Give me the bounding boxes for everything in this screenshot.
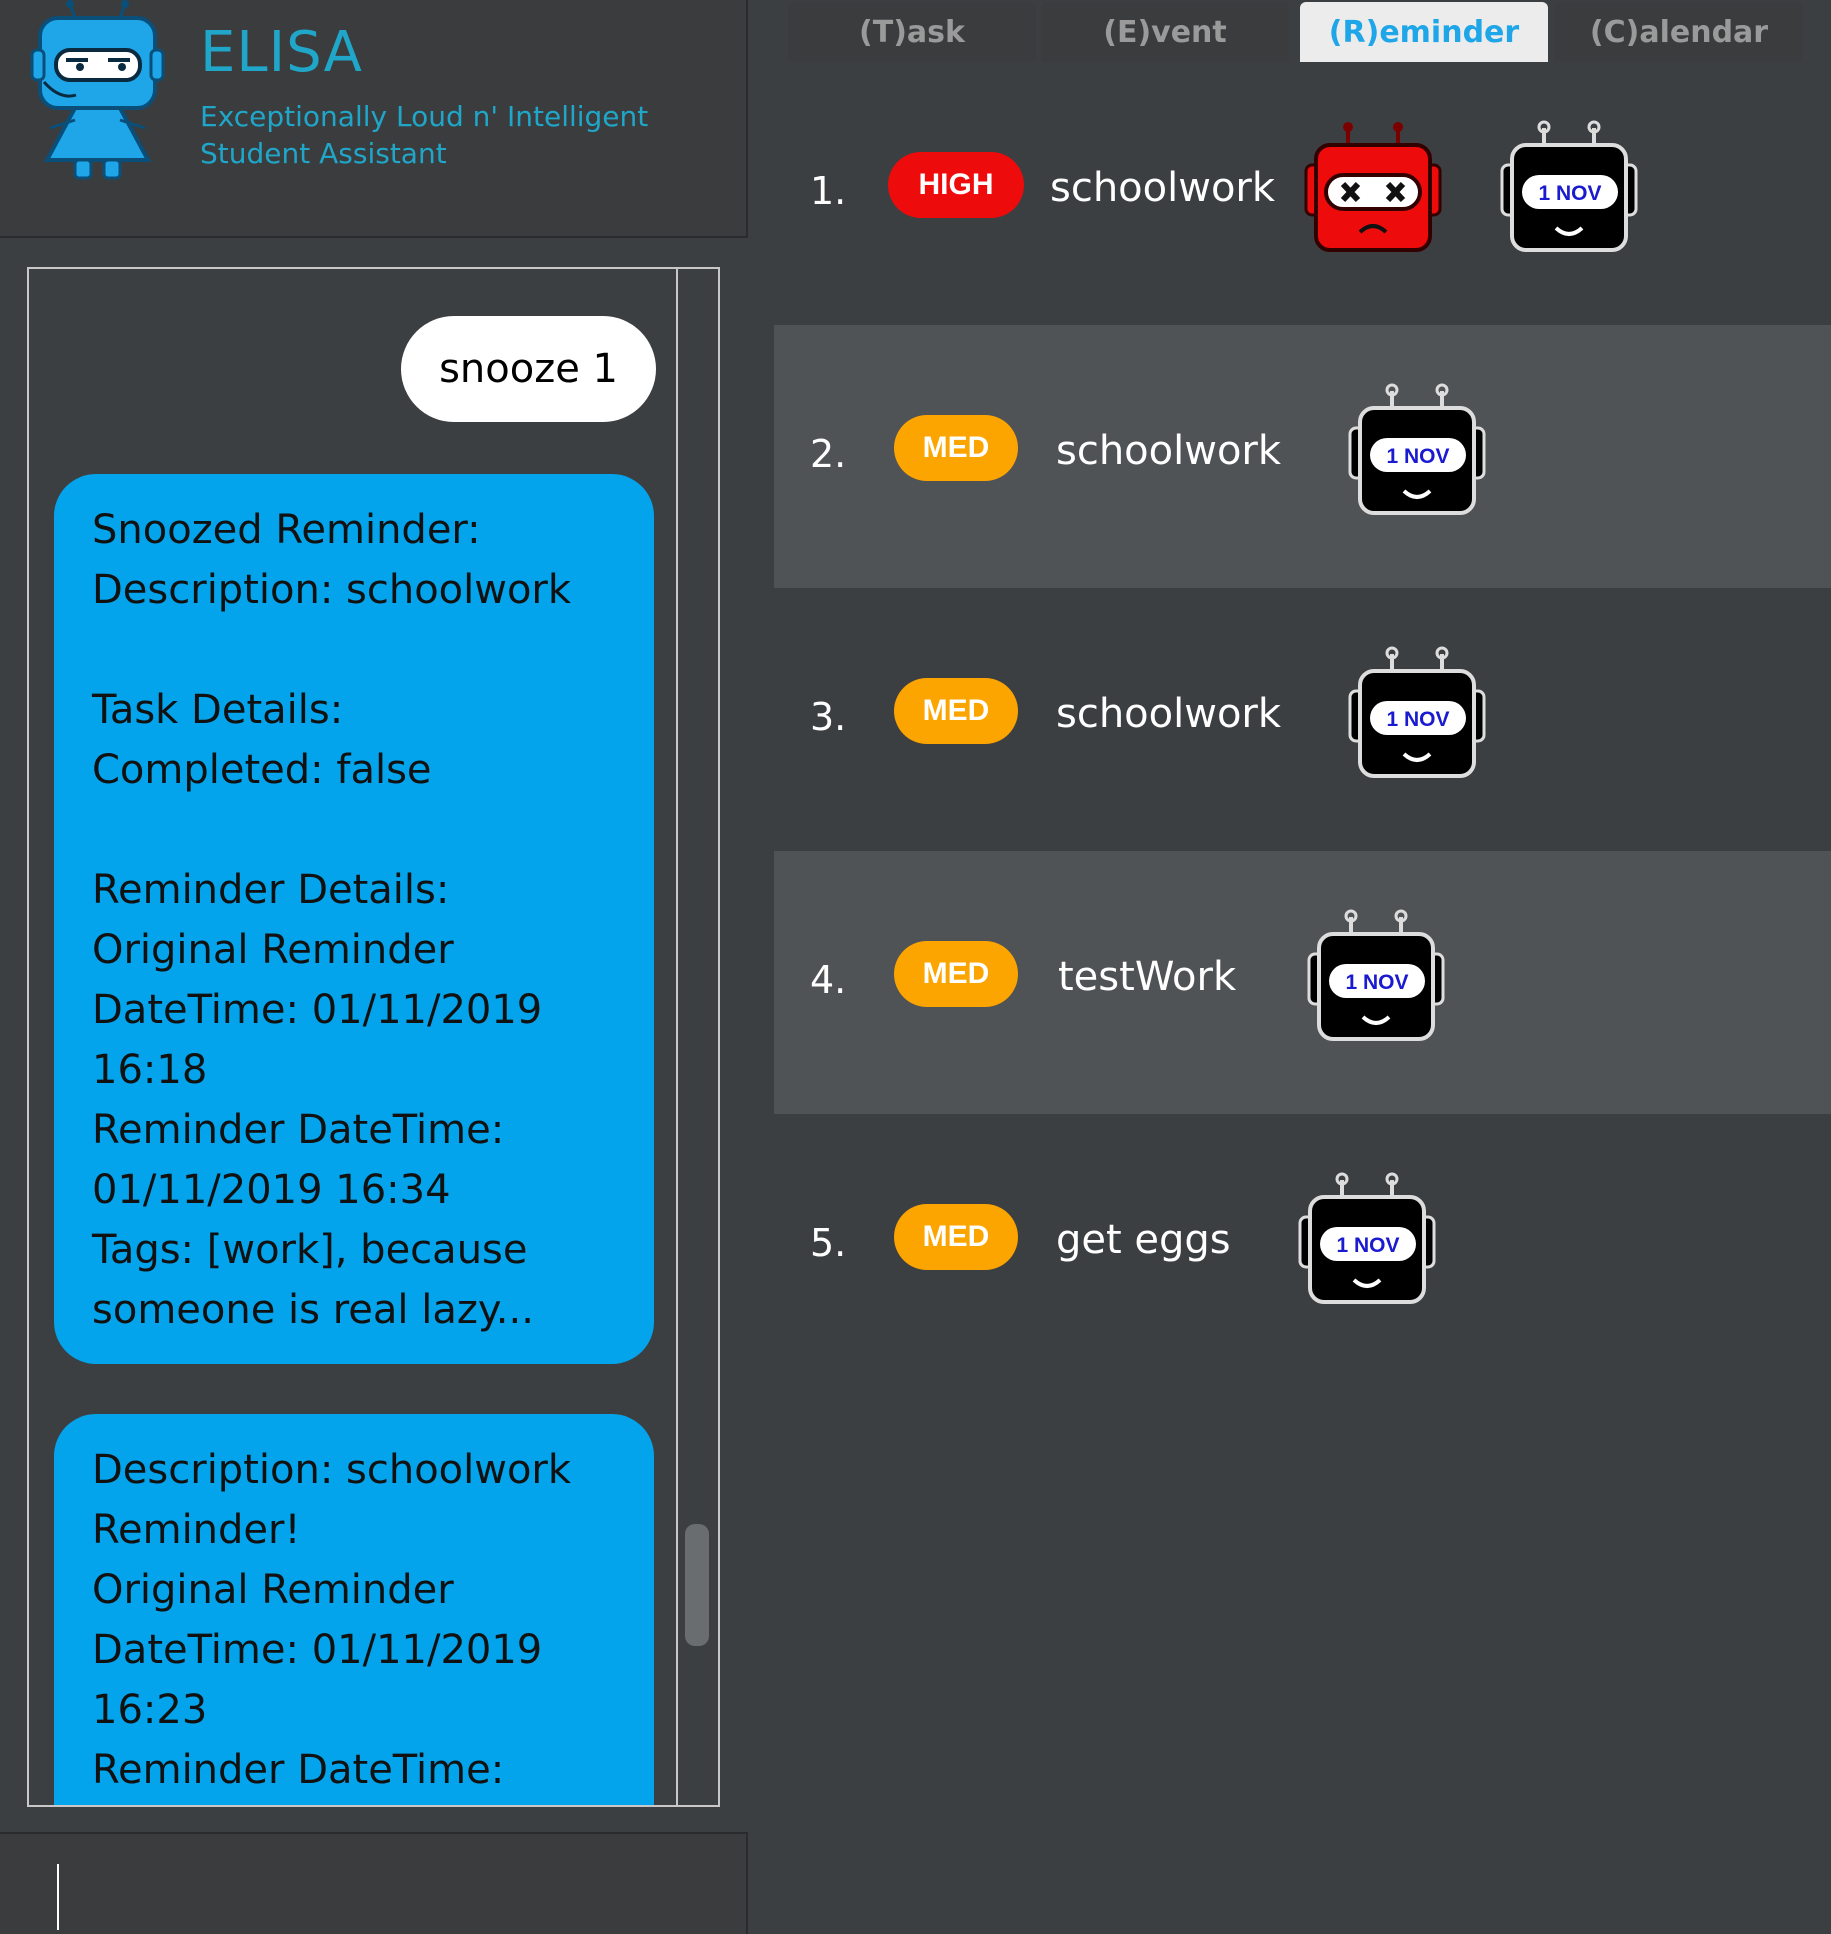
- tab-bar: (T)ask (E)vent (R)eminder (C)alendar: [788, 0, 1831, 62]
- date-badge-text: 1 NOV: [1345, 971, 1408, 994]
- priority-badge: MED: [894, 678, 1018, 744]
- priority-badge: MED: [894, 941, 1018, 1007]
- tab-task[interactable]: (T)ask: [788, 2, 1036, 62]
- reminder-row[interactable]: 3. MED schoolwork 1 NOV: [774, 588, 1831, 851]
- reminder-index: 4.: [810, 958, 847, 1002]
- command-input-area: [0, 1832, 800, 1934]
- reminder-description: schoolwork: [1050, 165, 1276, 211]
- date-badge-text: 1 NOV: [1386, 708, 1449, 731]
- chat-messages: snooze 1 Snoozed Reminder: Description: …: [29, 269, 680, 1805]
- tab-reminder[interactable]: (R)eminder: [1300, 2, 1548, 62]
- date-robot-icon: 1 NOV: [1348, 383, 1486, 515]
- reminder-index: 5.: [810, 1221, 847, 1265]
- user-message-bubble: snooze 1: [401, 316, 656, 422]
- priority-badge: HIGH: [888, 152, 1024, 218]
- date-robot-icon: 1 NOV: [1500, 120, 1638, 252]
- reminder-row[interactable]: 4. MED testWork 1 NOV: [774, 851, 1831, 1114]
- angry-robot-icon: [1304, 122, 1442, 252]
- date-robot-icon: 1 NOV: [1307, 909, 1445, 1041]
- reminder-list: 1. HIGH schoolwork 1 NOV 2. MED schoolwo…: [774, 62, 1831, 1380]
- app-subtitle-line-1: Exceptionally Loud n' Intelligent: [200, 100, 649, 133]
- reminder-row[interactable]: 2. MED schoolwork 1 NOV: [774, 325, 1831, 588]
- bot-message-bubble: Snoozed Reminder: Description: schoolwor…: [54, 474, 654, 1364]
- list-pane: (T)ask (E)vent (R)eminder (C)alendar 1. …: [748, 0, 1831, 1934]
- reminder-description: testWork: [1058, 954, 1237, 1000]
- chat-pane: ELISA Exceptionally Loud n' Intelligent …: [0, 0, 800, 1934]
- date-badge-text: 1 NOV: [1336, 1234, 1399, 1257]
- command-input[interactable]: [0, 1834, 800, 1934]
- app-header: ELISA Exceptionally Loud n' Intelligent …: [0, 0, 748, 238]
- reminder-index: 1.: [810, 169, 847, 213]
- chat-scrollbar[interactable]: [676, 269, 718, 1805]
- date-robot-icon: 1 NOV: [1298, 1172, 1436, 1304]
- app-subtitle-line-2: Student Assistant: [200, 137, 447, 170]
- priority-badge: MED: [894, 1204, 1018, 1270]
- reminder-description: schoolwork: [1056, 428, 1282, 474]
- text-caret: [57, 1864, 59, 1930]
- reminder-description: get eggs: [1056, 1217, 1231, 1263]
- reminder-index: 2.: [810, 432, 847, 476]
- reminder-index: 3.: [810, 695, 847, 739]
- tab-calendar[interactable]: (C)alendar: [1555, 2, 1803, 62]
- date-robot-icon: 1 NOV: [1348, 646, 1486, 778]
- chat-history[interactable]: snooze 1 Snoozed Reminder: Description: …: [27, 267, 720, 1807]
- reminder-description: schoolwork: [1056, 691, 1282, 737]
- reminder-row[interactable]: 5. MED get eggs 1 NOV: [774, 1114, 1831, 1377]
- elisa-mascot-logo: [30, 0, 165, 180]
- bot-message-bubble: Description: schoolwork Reminder! Origin…: [54, 1414, 654, 1805]
- priority-badge: MED: [894, 415, 1018, 481]
- reminder-row[interactable]: 1. HIGH schoolwork 1 NOV: [774, 62, 1831, 325]
- app-title: ELISA: [200, 20, 363, 85]
- date-badge-text: 1 NOV: [1386, 445, 1449, 468]
- tab-event[interactable]: (E)vent: [1041, 2, 1289, 62]
- chat-scrollbar-thumb[interactable]: [685, 1524, 709, 1646]
- date-badge-text: 1 NOV: [1538, 182, 1601, 205]
